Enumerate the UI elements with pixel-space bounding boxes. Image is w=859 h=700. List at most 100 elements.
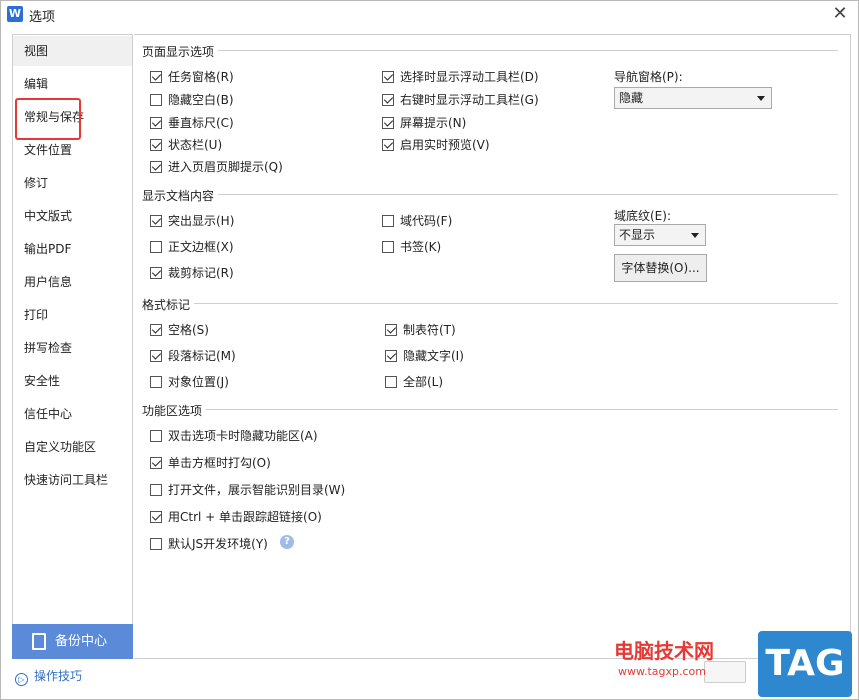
checkbox-label: 段落标记(M) [168, 349, 236, 363]
checkbox-box [150, 161, 162, 173]
checkbox-spaces[interactable]: 空格(S) [150, 321, 209, 338]
sidebar-item-customize-ribbon[interactable]: 自定义功能区 [13, 432, 132, 462]
category-sidebar: 视图 编辑 常规与保存 文件位置 修订 中文版式 输出PDF 用户信息 打印 拼… [12, 34, 133, 659]
checkbox-float-toolbar-select[interactable]: 选择时显示浮动工具栏(D) [382, 68, 539, 85]
options-dialog: W 选项 ✕ 视图 编辑 常规与保存 文件位置 修订 中文版式 输出PDF 用户… [0, 0, 859, 700]
checkbox-label: 全部(L) [403, 375, 444, 389]
checkbox-box [382, 215, 394, 227]
checkbox-label: 状态栏(U) [168, 138, 223, 152]
group-divider [142, 303, 838, 304]
sidebar-item-trust-center[interactable]: 信任中心 [13, 399, 132, 429]
sidebar-item-quick-access-toolbar[interactable]: 快速访问工具栏 [13, 465, 132, 495]
tips-link[interactable]: ▷ 操作技巧 [15, 667, 82, 686]
checkbox-label: 垂直标尺(C) [168, 116, 234, 130]
checkbox-label: 打开文件，展示智能识别目录(W) [168, 483, 346, 497]
checkbox-click-box-check[interactable]: 单击方框时打勾(O) [150, 454, 271, 471]
checkbox-hidden-text[interactable]: 隐藏文字(I) [385, 347, 464, 364]
checkbox-label: 制表符(T) [403, 323, 456, 337]
checkbox-header-footer-hint[interactable]: 进入页眉页脚提示(Q) [150, 158, 283, 175]
play-icon: ▷ [15, 673, 28, 686]
checkbox-box [150, 484, 162, 496]
sidebar-item-security[interactable]: 安全性 [13, 366, 132, 396]
sidebar-item-edit[interactable]: 编辑 [13, 69, 132, 99]
checkbox-default-js-env[interactable]: 默认JS开发环境(Y) [150, 535, 268, 552]
group-divider [142, 194, 838, 195]
checkbox-ctrl-click-link[interactable]: 用Ctrl + 单击跟踪超链接(O) [150, 508, 322, 525]
group-title-format-marks: 格式标记 [142, 296, 195, 313]
checkbox-bookmarks[interactable]: 书签(K) [382, 238, 441, 255]
checkbox-label: 对象位置(J) [168, 375, 229, 389]
checkbox-box [150, 215, 162, 227]
sidebar-item-chinese-layout[interactable]: 中文版式 [13, 201, 132, 231]
checkbox-box [150, 376, 162, 388]
checkbox-box [150, 71, 162, 83]
options-content: 页面显示选项 任务窗格(R) 隐藏空白(B) 垂直标尺(C) 状态栏(U) 进入… [134, 34, 851, 659]
watermark-tag-logo: TAG [758, 631, 852, 697]
checkbox-box [150, 324, 162, 336]
checkbox-label: 空格(S) [168, 323, 209, 337]
nav-pane-select[interactable]: 隐藏 [614, 87, 772, 109]
group-title-ribbon: 功能区选项 [142, 402, 207, 419]
checkbox-float-toolbar-right-click[interactable]: 右键时显示浮动工具栏(G) [382, 91, 539, 108]
sidebar-item-print[interactable]: 打印 [13, 300, 132, 330]
checkbox-box [150, 139, 162, 151]
backup-center-button[interactable]: 备份中心 [12, 624, 133, 659]
checkbox-box [382, 71, 394, 83]
checkbox-object-anchors[interactable]: 对象位置(J) [150, 373, 229, 390]
nav-pane-label: 导航窗格(P): [614, 70, 683, 84]
watermark-url: www.tagxp.com [618, 665, 706, 678]
field-shading-value: 不显示 [619, 228, 656, 242]
checkbox-box [150, 430, 162, 442]
checkbox-label: 裁剪标记(R) [168, 266, 234, 280]
sidebar-item-export-pdf[interactable]: 输出PDF [13, 234, 132, 264]
checkbox-label: 双击选项卡时隐藏功能区(A) [168, 429, 318, 443]
checkbox-box [382, 94, 394, 106]
close-button[interactable]: ✕ [830, 4, 850, 24]
checkbox-label: 隐藏空白(B) [168, 93, 234, 107]
sidebar-item-view[interactable]: 视图 [13, 36, 132, 66]
checkbox-box [385, 324, 397, 336]
dropdown-arrow-icon [757, 96, 765, 101]
checkbox-task-pane[interactable]: 任务窗格(R) [150, 68, 234, 85]
checkbox-box [150, 94, 162, 106]
checkbox-all-marks[interactable]: 全部(L) [385, 373, 443, 390]
nav-pane-value: 隐藏 [619, 91, 644, 105]
checkbox-live-preview[interactable]: 启用实时预览(V) [382, 136, 490, 153]
checkbox-box [385, 350, 397, 362]
checkbox-status-bar[interactable]: 状态栏(U) [150, 136, 222, 153]
checkbox-vertical-ruler[interactable]: 垂直标尺(C) [150, 114, 234, 131]
edit-highlight-annotation [15, 98, 81, 140]
checkbox-box [150, 538, 162, 550]
wps-writer-icon: W [7, 6, 23, 22]
checkbox-hide-blank[interactable]: 隐藏空白(B) [150, 91, 234, 108]
dropdown-arrow-icon [691, 233, 699, 238]
checkbox-box [150, 117, 162, 129]
sidebar-item-revision[interactable]: 修订 [13, 168, 132, 198]
help-icon[interactable]: ? [280, 535, 294, 549]
checkbox-screen-tips[interactable]: 屏幕提示(N) [382, 114, 466, 131]
tips-label: 操作技巧 [34, 669, 83, 683]
checkbox-tabs[interactable]: 制表符(T) [385, 321, 456, 338]
checkbox-box [382, 139, 394, 151]
checkbox-label: 启用实时预览(V) [400, 138, 490, 152]
field-shading-select[interactable]: 不显示 [614, 224, 706, 246]
group-title-doc-content: 显示文档内容 [142, 187, 219, 204]
checkbox-field-codes[interactable]: 域代码(F) [382, 212, 452, 229]
checkbox-smart-toc[interactable]: 打开文件，展示智能识别目录(W) [150, 481, 345, 498]
checkbox-label: 书签(K) [400, 240, 442, 254]
site-watermark: 电脑技术网 www.tagxp.com TAG [608, 631, 858, 699]
sidebar-item-spell-check[interactable]: 拼写检查 [13, 333, 132, 363]
checkbox-highlight[interactable]: 突出显示(H) [150, 212, 234, 229]
ok-button-obscured[interactable] [704, 661, 746, 683]
font-replace-button[interactable]: 字体替换(O)... [614, 254, 707, 282]
checkbox-box [150, 457, 162, 469]
checkbox-label: 任务窗格(R) [168, 70, 234, 84]
checkbox-paragraph-marks[interactable]: 段落标记(M) [150, 347, 236, 364]
sidebar-item-user-info[interactable]: 用户信息 [13, 267, 132, 297]
checkbox-label: 单击方框时打勾(O) [168, 456, 271, 470]
checkbox-crop-marks[interactable]: 裁剪标记(R) [150, 264, 234, 281]
checkbox-double-click-hide-ribbon[interactable]: 双击选项卡时隐藏功能区(A) [150, 427, 318, 444]
checkbox-text-border[interactable]: 正文边框(X) [150, 238, 234, 255]
backup-center-label: 备份中心 [55, 634, 108, 649]
group-title-page-display: 页面显示选项 [142, 43, 219, 60]
